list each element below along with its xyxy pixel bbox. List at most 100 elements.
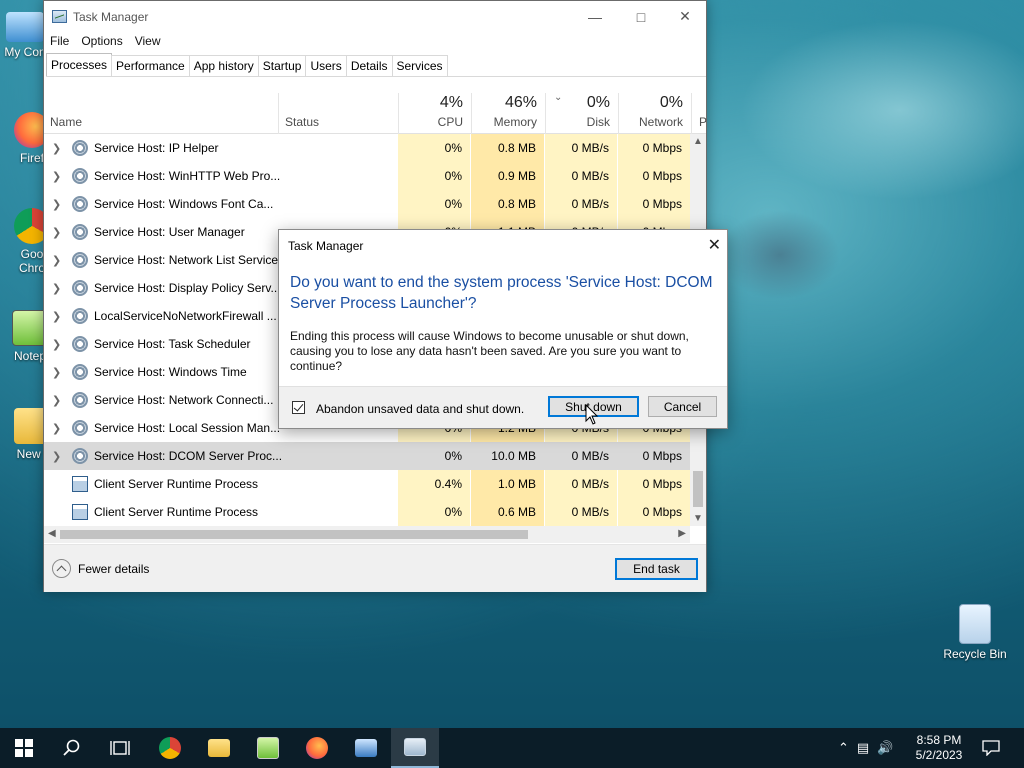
chevron-right-icon[interactable]: ❯ <box>52 226 61 239</box>
tab-startup[interactable]: Startup <box>257 55 307 76</box>
menu-view[interactable]: View <box>135 33 169 48</box>
network-icon[interactable]: ▤ <box>857 740 869 756</box>
scroll-right-icon[interactable]: ▶ <box>678 528 686 539</box>
process-name: Service Host: Display Policy Serv... <box>94 281 281 295</box>
horizontal-scrollbar[interactable]: ◀ ▶ <box>44 526 690 543</box>
taskbar-file-explorer[interactable] <box>195 728 243 768</box>
fewer-details-toggle[interactable]: Fewer details <box>52 559 149 578</box>
tab-details[interactable]: Details <box>345 55 393 76</box>
column-status[interactable]: Status <box>279 93 398 134</box>
menu-options[interactable]: Options <box>81 33 130 48</box>
table-row[interactable]: Client Server Runtime Process 0.4% 1.0 MB 0… <box>44 470 690 498</box>
search-button[interactable] <box>48 728 96 768</box>
title-bar[interactable]: Task Manager — □ ✕ <box>44 1 706 32</box>
table-row[interactable]: ❯ Service Host: IP Helper 0% 0.8 MB 0 MB/s 0 … <box>44 134 690 162</box>
taskbar-chrome[interactable] <box>146 728 194 768</box>
network-cell: 0 Mbps <box>618 190 690 218</box>
cpu-cell: 0% <box>398 190 470 218</box>
chevron-right-icon[interactable]: ❯ <box>52 142 61 155</box>
table-row[interactable]: ❯ Service Host: Windows Font Ca... 0% 0.8 M… <box>44 190 690 218</box>
chevron-right-icon[interactable]: ❯ <box>52 198 61 211</box>
gear-icon <box>72 420 88 436</box>
disk-cell: 0 MB/s <box>545 470 617 498</box>
chevron-right-icon[interactable]: ❯ <box>52 450 61 463</box>
window-icon <box>72 504 88 520</box>
volume-icon[interactable]: 🔊 <box>877 740 893 756</box>
task-view-button[interactable] <box>96 728 144 768</box>
chevron-up-icon[interactable]: ⌃ <box>838 740 849 756</box>
network-cell: 0 Mbps <box>618 498 690 526</box>
gear-icon <box>72 336 88 352</box>
gear-icon <box>72 196 88 212</box>
clock[interactable]: 8:58 PM 5/2/2023 <box>905 733 973 763</box>
scrollbar-thumb[interactable] <box>60 530 528 539</box>
table-row-selected[interactable]: ❯ Service Host: DCOM Server Proc... 0% 10.0… <box>44 442 690 470</box>
table-row[interactable]: ❯ Service Host: WinHTTP Web Pro... 0% 0.9 M… <box>44 162 690 190</box>
process-name: Service Host: DCOM Server Proc... <box>94 449 283 463</box>
search-icon <box>63 739 80 756</box>
taskbar-firefox[interactable] <box>293 728 341 768</box>
end-process-dialog: Task Manager ✕ Do you want to end the sy… <box>278 229 728 429</box>
column-disk[interactable]: ⌄ 0% Disk <box>546 92 618 134</box>
chevron-right-icon[interactable]: ❯ <box>52 366 61 379</box>
action-center-button[interactable] <box>968 728 1014 768</box>
taskbar-notepad[interactable] <box>244 728 292 768</box>
window-title: Task Manager <box>73 10 149 24</box>
table-row[interactable]: Client Server Runtime Process 0% 0.6 MB 0 M… <box>44 498 690 526</box>
footer-bar: Fewer details End task <box>44 544 706 592</box>
abandon-data-checkbox[interactable] <box>292 401 305 414</box>
sort-chevron-icon: ⌄ <box>554 92 563 103</box>
chevron-right-icon[interactable]: ❯ <box>52 310 61 323</box>
notepad-icon <box>257 737 279 759</box>
minimize-button[interactable]: — <box>572 1 618 32</box>
disk-cell: 0 MB/s <box>545 134 617 162</box>
process-name: Service Host: Task Scheduler <box>94 337 251 351</box>
tab-services[interactable]: Services <box>391 55 448 76</box>
chevron-right-icon[interactable]: ❯ <box>52 394 61 407</box>
taskbar-remote-desktop[interactable] <box>342 728 390 768</box>
gear-icon <box>72 140 88 156</box>
scroll-down-icon[interactable]: ▼ <box>693 513 703 524</box>
scrollbar-thumb[interactable] <box>693 471 703 507</box>
disk-cell: 0 MB/s <box>545 162 617 190</box>
scroll-left-icon[interactable]: ◀ <box>48 528 56 539</box>
fewer-details-label: Fewer details <box>78 561 150 576</box>
chevron-right-icon[interactable]: ❯ <box>52 338 61 351</box>
column-power[interactable]: P <box>692 93 707 134</box>
scroll-up-icon[interactable]: ▲ <box>693 136 703 147</box>
menu-file[interactable]: File <box>50 33 77 48</box>
taskbar-task-manager[interactable] <box>391 728 439 768</box>
clock-date: 5/2/2023 <box>915 748 963 762</box>
abandon-data-label[interactable]: Abandon unsaved data and shut down. <box>316 402 524 416</box>
tab-app-history[interactable]: App history <box>188 55 259 76</box>
network-label: Network <box>638 115 683 129</box>
end-task-button[interactable]: End task <box>615 558 698 580</box>
maximize-button[interactable]: □ <box>618 1 664 32</box>
memory-percent: 46% <box>504 94 537 111</box>
gear-icon <box>72 392 88 408</box>
close-button[interactable]: ✕ <box>662 1 708 32</box>
chevron-right-icon[interactable]: ❯ <box>52 254 61 267</box>
cancel-button[interactable]: Cancel <box>648 396 717 417</box>
system-tray: ⌃ ▤ 🔊 <box>838 728 893 768</box>
process-name: Service Host: WinHTTP Web Pro... <box>94 169 281 183</box>
wallpaper-wave <box>740 20 1024 200</box>
start-button[interactable] <box>0 728 48 768</box>
chevron-up-icon <box>52 559 71 578</box>
gear-icon <box>72 168 88 184</box>
column-cpu[interactable]: 4% CPU <box>399 93 471 134</box>
mouse-cursor-icon <box>585 404 599 425</box>
dialog-close-icon[interactable]: ✕ <box>708 235 721 255</box>
tab-users[interactable]: Users <box>305 55 347 76</box>
chevron-right-icon[interactable]: ❯ <box>52 170 61 183</box>
chevron-right-icon[interactable]: ❯ <box>52 282 61 295</box>
disk-cell: 0 MB/s <box>545 190 617 218</box>
tab-processes[interactable]: Processes <box>46 53 113 76</box>
chevron-right-icon[interactable]: ❯ <box>52 422 61 435</box>
column-network[interactable]: 0% Network <box>619 93 691 134</box>
column-memory[interactable]: 46% Memory <box>472 93 545 134</box>
column-name[interactable]: Name <box>44 93 278 134</box>
tab-performance[interactable]: Performance <box>111 55 190 76</box>
desktop-icon-recycle-bin[interactable]: Recycle Bin <box>940 604 1010 661</box>
network-cell: 0 Mbps <box>618 134 690 162</box>
